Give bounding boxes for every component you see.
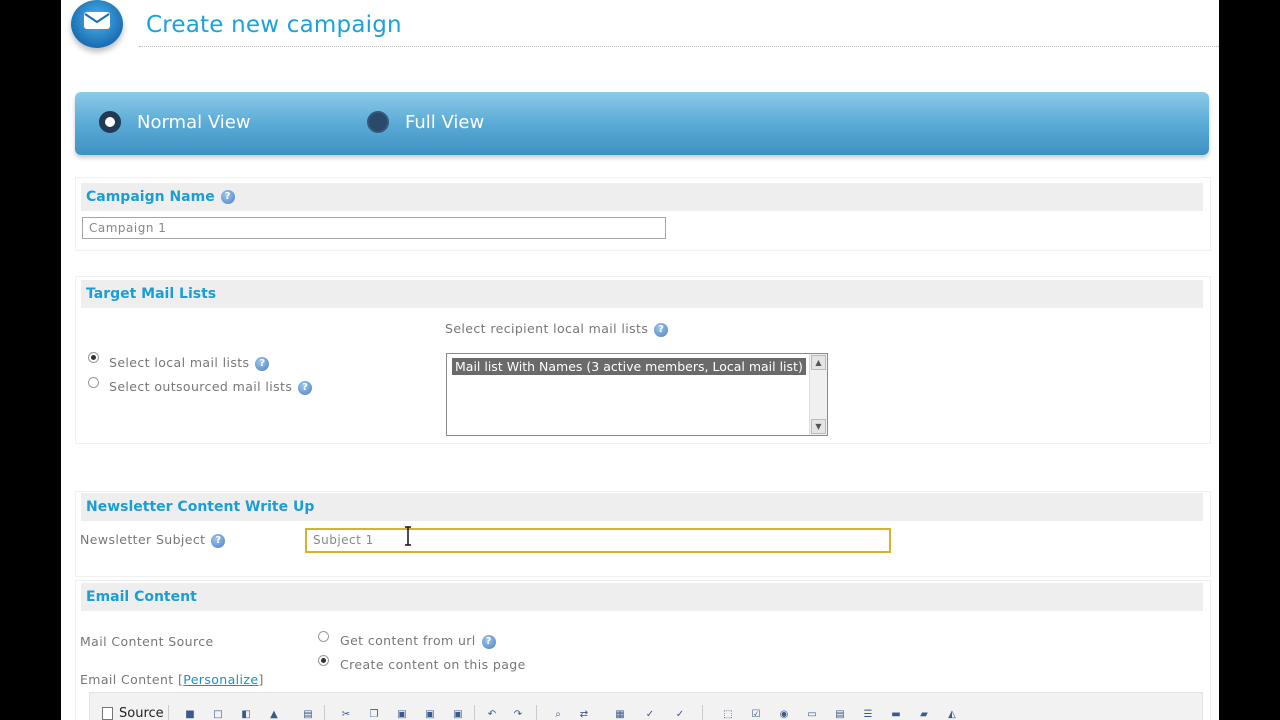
mail-lists-listbox[interactable]: Mail list With Names (3 active members, … bbox=[446, 353, 828, 436]
source-label: Source bbox=[119, 706, 164, 720]
toolbar-separator bbox=[536, 705, 537, 720]
campaign-name-heading: Campaign Name? bbox=[81, 183, 1203, 211]
full-view-radio[interactable] bbox=[367, 111, 389, 133]
toolbar-separator bbox=[168, 705, 169, 720]
templates-icon[interactable]: ▤ bbox=[300, 707, 316, 720]
email-content-heading: Email Content bbox=[81, 583, 1203, 611]
personalize-link[interactable]: Personalize bbox=[183, 672, 258, 687]
new-page-icon[interactable]: □ bbox=[210, 707, 226, 720]
campaign-name-section: Campaign Name? bbox=[75, 177, 1211, 251]
recipient-lists-label-text: Select recipient local mail lists bbox=[445, 321, 649, 336]
toolbar-separator bbox=[702, 705, 703, 720]
scroll-down-icon[interactable]: ▼ bbox=[811, 419, 826, 434]
form-icon[interactable]: ⬚ bbox=[720, 707, 736, 720]
help-icon[interactable]: ? bbox=[255, 356, 270, 371]
newsletter-heading: Newsletter Content Write Up bbox=[81, 493, 1203, 521]
envelope-icon bbox=[71, 0, 123, 48]
help-icon[interactable]: ? bbox=[654, 322, 669, 337]
email-content-label-end: ] bbox=[258, 672, 264, 687]
preview-icon[interactable]: ◧ bbox=[238, 707, 254, 720]
print-icon[interactable]: ▲ bbox=[266, 707, 282, 720]
redo-icon[interactable]: ↷ bbox=[510, 707, 526, 720]
spellcheck-icon[interactable]: ✓ bbox=[642, 707, 658, 720]
image-button-icon[interactable]: ▰ bbox=[916, 707, 932, 720]
toolbar-separator bbox=[324, 705, 325, 720]
select-icon[interactable]: ☰ bbox=[860, 707, 876, 720]
help-icon[interactable]: ? bbox=[211, 533, 226, 548]
toolbar-separator bbox=[474, 705, 475, 720]
outsourced-mail-lists-label: Select outsourced mail lists? bbox=[109, 379, 313, 395]
recipient-lists-label: Select recipient local mail lists? bbox=[445, 321, 669, 337]
select-all-icon[interactable]: ▦ bbox=[612, 707, 628, 720]
newsletter-subject-label-text: Newsletter Subject bbox=[80, 532, 206, 547]
hidden-field-icon[interactable]: ◭ bbox=[944, 707, 960, 720]
source-button[interactable]: Source bbox=[102, 706, 164, 720]
textfield-icon[interactable]: ▭ bbox=[804, 707, 820, 720]
replace-icon[interactable]: ⇄ bbox=[576, 707, 592, 720]
checkbox-icon[interactable]: ☑ bbox=[748, 707, 764, 720]
page: Create new campaign Normal View Full Vie… bbox=[61, 0, 1219, 720]
undo-icon[interactable]: ↶ bbox=[484, 707, 500, 720]
radio-icon[interactable]: ◉ bbox=[776, 707, 792, 720]
textarea-icon[interactable]: ▤ bbox=[832, 707, 848, 720]
campaign-name-heading-text: Campaign Name bbox=[86, 189, 215, 205]
create-content-label: Create content on this page bbox=[340, 657, 526, 672]
campaign-name-input[interactable]: Campaign 1 bbox=[82, 217, 666, 239]
content-from-url-label-text: Get content from url bbox=[340, 633, 476, 648]
view-selector-bar: Normal View Full View bbox=[75, 92, 1209, 155]
newsletter-subject-input[interactable]: Subject 1 bbox=[305, 528, 891, 553]
create-content-radio[interactable] bbox=[318, 655, 329, 666]
text-cursor-icon bbox=[405, 526, 411, 546]
help-icon[interactable]: ? bbox=[481, 634, 496, 649]
paste-word-icon[interactable]: ▣ bbox=[450, 707, 466, 720]
list-item[interactable]: Mail list With Names (3 active members, … bbox=[452, 358, 806, 375]
save-icon[interactable]: ■ bbox=[182, 707, 198, 720]
email-content-label: Email Content [Personalize] bbox=[80, 672, 264, 687]
scroll-up-icon[interactable]: ▲ bbox=[811, 355, 826, 370]
full-view-label: Full View bbox=[405, 111, 485, 133]
normal-view-label: Normal View bbox=[137, 111, 251, 133]
content-from-url-radio[interactable] bbox=[318, 631, 329, 642]
copy-icon[interactable]: ❐ bbox=[366, 707, 382, 720]
scayt-icon[interactable]: ✓ bbox=[672, 707, 688, 720]
listbox-scrollbar[interactable]: ▲ ▼ bbox=[809, 354, 827, 435]
local-mail-lists-radio[interactable] bbox=[88, 352, 99, 363]
content-from-url-label: Get content from url? bbox=[340, 633, 496, 649]
help-icon[interactable]: ? bbox=[298, 380, 313, 395]
normal-view-radio[interactable] bbox=[99, 111, 121, 133]
normal-view-option[interactable]: Normal View bbox=[99, 111, 251, 133]
outsourced-mail-lists-radio[interactable] bbox=[88, 377, 99, 388]
button-icon[interactable]: ▬ bbox=[888, 707, 904, 720]
cut-icon[interactable]: ✂ bbox=[338, 707, 354, 720]
paste-icon[interactable]: ▣ bbox=[394, 707, 410, 720]
mail-content-source-label: Mail Content Source bbox=[80, 634, 214, 649]
find-icon[interactable]: ⌕ bbox=[550, 707, 566, 720]
email-content-label-text: Email Content [ bbox=[80, 672, 184, 687]
paste-text-icon[interactable]: ▣ bbox=[422, 707, 438, 720]
editor-toolbar: Source ■ □ ◧ ▲ ▤ ✂ ❐ ▣ ▣ ▣ ↶ ↷ ⌕ ⇄ ▦ ✓ ✓… bbox=[89, 692, 1203, 720]
help-icon[interactable]: ? bbox=[220, 190, 235, 204]
outsourced-mail-lists-label-text: Select outsourced mail lists bbox=[109, 379, 293, 394]
full-view-option[interactable]: Full View bbox=[367, 111, 484, 133]
newsletter-subject-label: Newsletter Subject? bbox=[80, 532, 226, 548]
page-title: Create new campaign bbox=[146, 12, 402, 38]
local-mail-lists-label: Select local mail lists? bbox=[109, 355, 270, 371]
source-icon bbox=[102, 707, 113, 720]
target-mail-lists-heading: Target Mail Lists bbox=[81, 280, 1203, 308]
local-mail-lists-label-text: Select local mail lists bbox=[109, 355, 250, 370]
title-divider bbox=[139, 46, 1219, 47]
